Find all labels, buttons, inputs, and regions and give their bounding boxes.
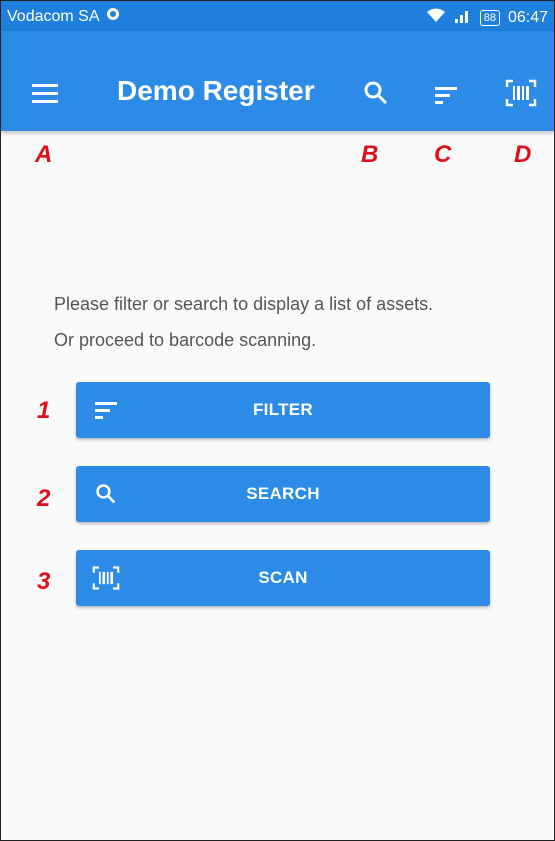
menu-button[interactable] <box>25 73 65 113</box>
filter-icon <box>435 87 457 104</box>
annotation-b: B <box>361 141 379 168</box>
filter-action-button[interactable]: FILTER <box>76 382 490 438</box>
signal-icon <box>454 7 472 28</box>
app-bar: Demo Register <box>1 31 554 131</box>
filter-button-label: FILTER <box>252 400 314 419</box>
carrier-name: Vodacom SA <box>7 7 100 25</box>
search-button-label: SEARCH <box>246 484 320 503</box>
search-icon <box>364 81 388 105</box>
annotation-d: D <box>514 141 532 168</box>
annotation-1: 1 <box>37 397 51 424</box>
filter-button[interactable] <box>426 75 466 115</box>
annotation-c: C <box>434 141 452 168</box>
annotation-2: 2 <box>37 485 51 512</box>
battery-icon: 88 <box>479 9 500 26</box>
search-button[interactable] <box>356 73 396 113</box>
status-left: Vodacom SA <box>7 7 120 26</box>
message-line-2: Or proceed to barcode scanning. <box>54 330 317 350</box>
clock: 06:47 <box>507 8 548 26</box>
app-screen: Vodacom SA 88 06:47 Demo Register A B C … <box>0 0 555 841</box>
scan-button-label: SCAN <box>258 568 308 587</box>
menu-icon <box>32 84 58 103</box>
annotation-a: A <box>35 141 53 168</box>
status-right: 88 06:47 <box>426 7 548 28</box>
barcode-scan-icon <box>505 79 537 107</box>
message-line-1: Please filter or search to display a lis… <box>54 294 434 314</box>
notification-icon <box>106 7 120 26</box>
empty-state-message: Please filter or search to display a lis… <box>54 286 433 358</box>
app-title: Demo Register <box>117 75 315 106</box>
scan-action-button[interactable]: SCAN <box>76 550 490 606</box>
wifi-icon <box>426 7 446 28</box>
annotation-3: 3 <box>37 568 51 595</box>
status-bar: Vodacom SA 88 06:47 <box>1 1 554 31</box>
scan-button[interactable] <box>501 73 541 113</box>
search-action-button[interactable]: SEARCH <box>76 466 490 522</box>
